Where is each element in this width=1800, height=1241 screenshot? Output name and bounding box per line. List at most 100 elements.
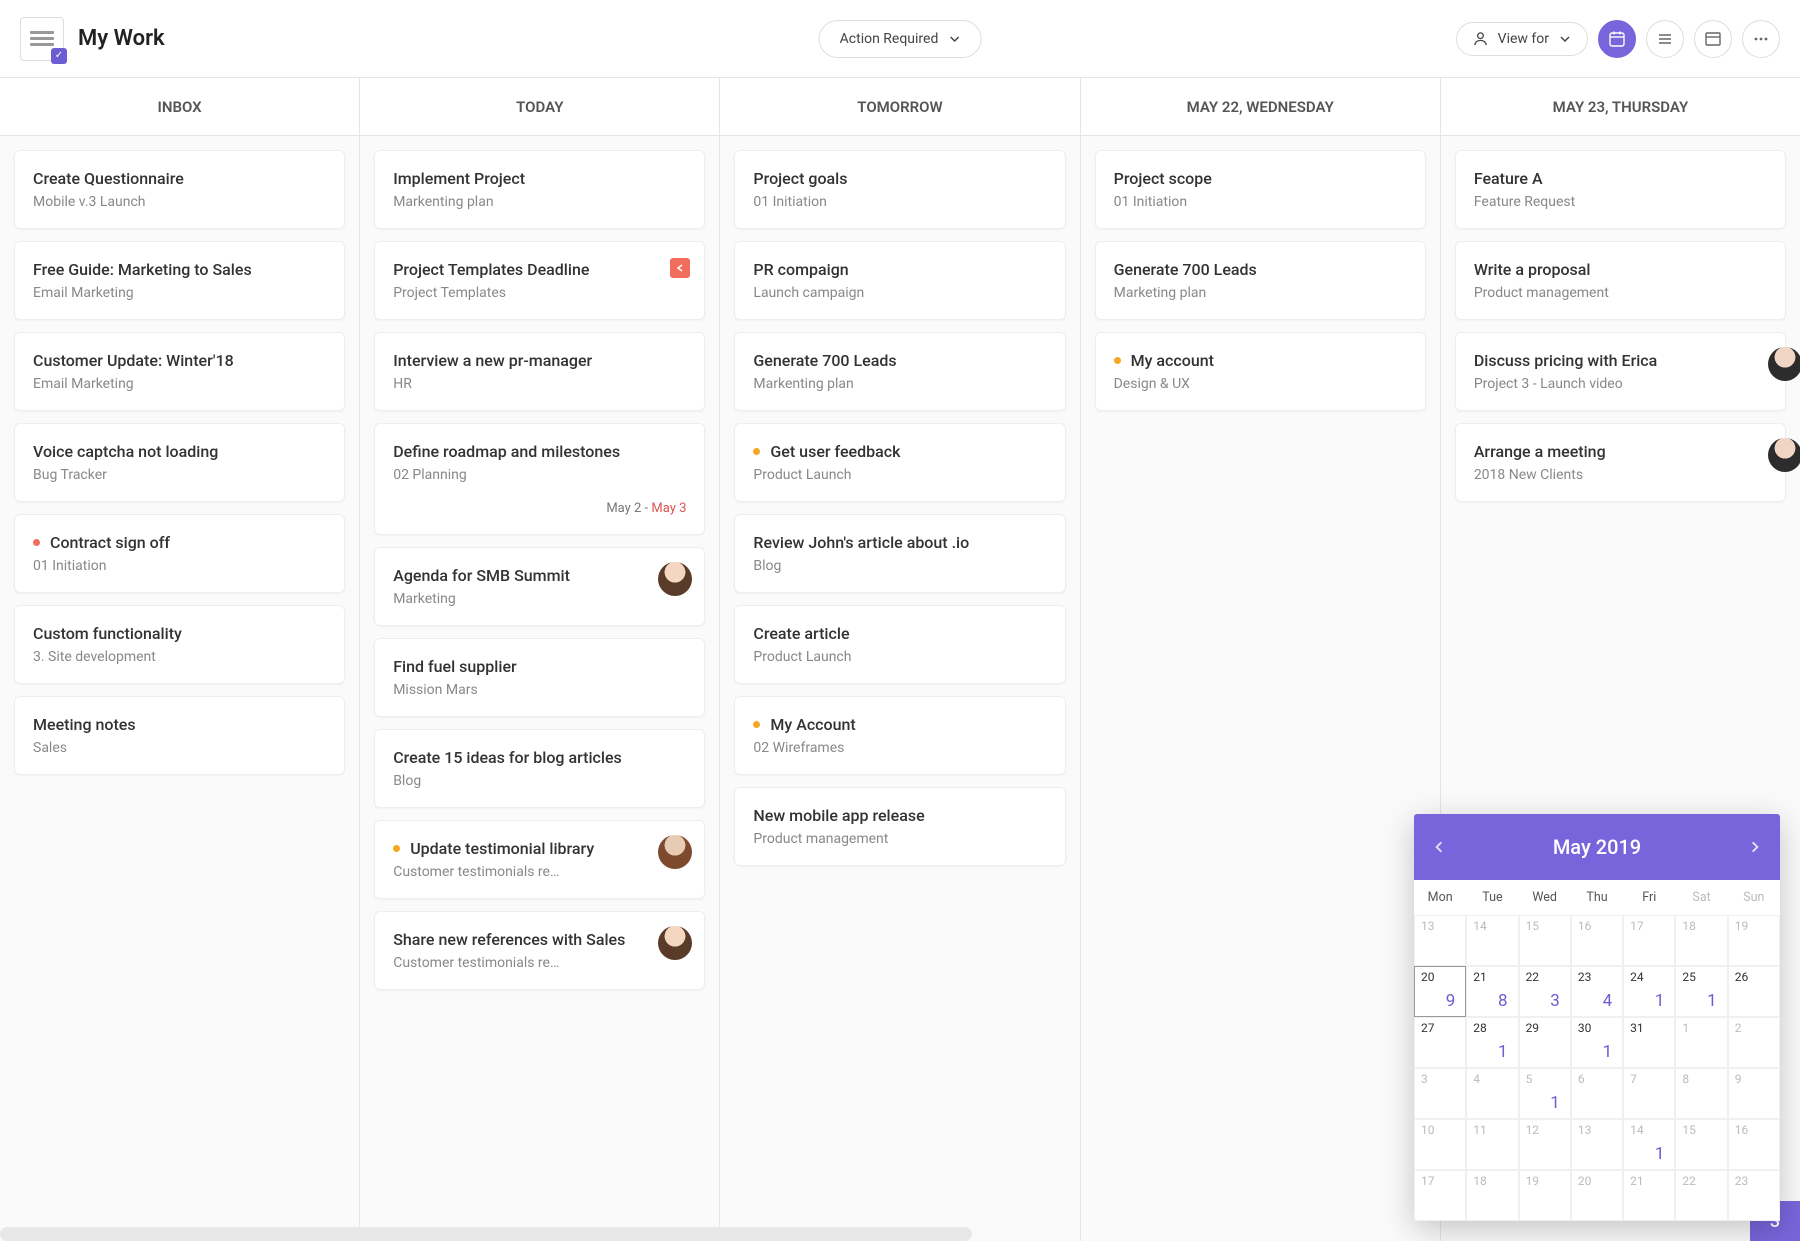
calendar-day-cell[interactable]: 1 bbox=[1675, 1017, 1727, 1068]
calendar-day-number: 21 bbox=[1473, 970, 1487, 984]
task-card[interactable]: Free Guide: Marketing to SalesEmail Mark… bbox=[14, 241, 345, 320]
calendar-day-cell[interactable]: 18 bbox=[1466, 1170, 1518, 1221]
calendar-day-cell[interactable]: 15 bbox=[1519, 915, 1571, 966]
calendar-day-cell[interactable]: 19 bbox=[1728, 915, 1780, 966]
board-view-button[interactable] bbox=[1694, 20, 1732, 58]
task-card[interactable]: Voice captcha not loadingBug Tracker bbox=[14, 423, 345, 502]
task-card[interactable]: Project goals01 Initiation bbox=[734, 150, 1065, 229]
task-card[interactable]: Customer Update: Winter'18Email Marketin… bbox=[14, 332, 345, 411]
calendar-day-cell[interactable]: 301 bbox=[1571, 1017, 1623, 1068]
col-header-inbox[interactable]: INBOX bbox=[0, 78, 360, 135]
assignee-avatar[interactable] bbox=[658, 835, 692, 869]
calendar-day-cell[interactable]: 241 bbox=[1623, 966, 1675, 1017]
task-card[interactable]: Arrange a meeting2018 New Clients bbox=[1455, 423, 1786, 502]
col-header-tomorrow[interactable]: TOMORROW bbox=[720, 78, 1080, 135]
task-card[interactable]: Write a proposalProduct management bbox=[1455, 241, 1786, 320]
calendar-day-cell[interactable]: 13 bbox=[1571, 1119, 1623, 1170]
task-card[interactable]: Feature AFeature Request bbox=[1455, 150, 1786, 229]
task-card[interactable]: Generate 700 LeadsMarketing plan bbox=[1095, 241, 1426, 320]
task-card[interactable]: Review John's article about .ioBlog bbox=[734, 514, 1065, 593]
col-header-may22[interactable]: MAY 22, WEDNESDAY bbox=[1081, 78, 1441, 135]
calendar-day-cell[interactable]: 7 bbox=[1623, 1068, 1675, 1119]
calendar-day-cell[interactable]: 16 bbox=[1728, 1119, 1780, 1170]
assignee-avatar[interactable] bbox=[658, 926, 692, 960]
ellipsis-icon bbox=[1752, 30, 1770, 48]
calendar-view-button[interactable] bbox=[1598, 20, 1636, 58]
calendar-day-cell[interactable]: 17 bbox=[1414, 1170, 1466, 1221]
calendar-day-cell[interactable]: 26 bbox=[1728, 966, 1780, 1017]
calendar-day-cell[interactable]: 8 bbox=[1675, 1068, 1727, 1119]
calendar-day-cell[interactable]: 9 bbox=[1728, 1068, 1780, 1119]
calendar-day-cell[interactable]: 141 bbox=[1623, 1119, 1675, 1170]
calendar-day-cell[interactable]: 12 bbox=[1519, 1119, 1571, 1170]
calendar-day-cell[interactable]: 31 bbox=[1623, 1017, 1675, 1068]
calendar-day-cell[interactable]: 13 bbox=[1414, 915, 1466, 966]
calendar-day-cell[interactable]: 4 bbox=[1466, 1068, 1518, 1119]
task-card[interactable]: Find fuel supplierMission Mars bbox=[374, 638, 705, 717]
calendar-day-cell[interactable]: 15 bbox=[1675, 1119, 1727, 1170]
calendar-day-cell[interactable]: 23 bbox=[1728, 1170, 1780, 1221]
task-card[interactable]: Implement ProjectMarkenting plan bbox=[374, 150, 705, 229]
calendar-day-cell[interactable]: 21 bbox=[1623, 1170, 1675, 1221]
list-view-button[interactable] bbox=[1646, 20, 1684, 58]
action-required-dropdown[interactable]: Action Required bbox=[819, 20, 982, 58]
calendar-day-cell[interactable]: 14 bbox=[1466, 915, 1518, 966]
calendar-day-cell[interactable]: 17 bbox=[1623, 915, 1675, 966]
col-header-today[interactable]: TODAY bbox=[360, 78, 720, 135]
task-card[interactable]: Define roadmap and milestones02 Planning… bbox=[374, 423, 705, 535]
task-card[interactable]: Agenda for SMB SummitMarketing bbox=[374, 547, 705, 626]
task-card[interactable]: Update testimonial libraryCustomer testi… bbox=[374, 820, 705, 899]
calendar-day-cell[interactable]: 251 bbox=[1675, 966, 1727, 1017]
task-card[interactable]: Project Templates DeadlineProject Templa… bbox=[374, 241, 705, 320]
task-card[interactable]: Interview a new pr-managerHR bbox=[374, 332, 705, 411]
calendar-day-cell[interactable]: 3 bbox=[1414, 1068, 1466, 1119]
calendar-day-cell[interactable]: 29 bbox=[1519, 1017, 1571, 1068]
calendar-day-cell[interactable]: 234 bbox=[1571, 966, 1623, 1017]
calendar-day-cell[interactable]: 223 bbox=[1519, 966, 1571, 1017]
task-card[interactable]: Project scope01 Initiation bbox=[1095, 150, 1426, 229]
calendar-day-cell[interactable]: 22 bbox=[1675, 1170, 1727, 1221]
calendar-day-count: 3 bbox=[1550, 991, 1560, 1011]
horizontal-scrollbar[interactable] bbox=[0, 1227, 972, 1241]
task-card[interactable]: Discuss pricing with EricaProject 3 - La… bbox=[1455, 332, 1786, 411]
task-card[interactable]: Create QuestionnaireMobile v.3 Launch bbox=[14, 150, 345, 229]
calendar-next-button[interactable] bbox=[1748, 840, 1762, 854]
card-subtitle: Blog bbox=[393, 773, 686, 789]
card-subtitle: Email Marketing bbox=[33, 285, 326, 301]
card-title-text: Meeting notes bbox=[33, 715, 136, 734]
more-options-button[interactable] bbox=[1742, 20, 1780, 58]
task-card[interactable]: Meeting notesSales bbox=[14, 696, 345, 775]
task-card[interactable]: Contract sign off01 Initiation bbox=[14, 514, 345, 593]
task-card[interactable]: My Account02 Wireframes bbox=[734, 696, 1065, 775]
card-subtitle: 02 Wireframes bbox=[753, 740, 1046, 756]
calendar-day-cell[interactable]: 10 bbox=[1414, 1119, 1466, 1170]
assignee-avatar[interactable] bbox=[1768, 438, 1800, 472]
assignee-avatar[interactable] bbox=[1768, 347, 1800, 381]
calendar-day-cell[interactable]: 16 bbox=[1571, 915, 1623, 966]
task-card[interactable]: PR compaignLaunch campaign bbox=[734, 241, 1065, 320]
calendar-day-cell[interactable]: 218 bbox=[1466, 966, 1518, 1017]
calendar-prev-button[interactable] bbox=[1432, 840, 1446, 854]
task-card[interactable]: New mobile app releaseProduct management bbox=[734, 787, 1065, 866]
task-card[interactable]: Create 15 ideas for blog articlesBlog bbox=[374, 729, 705, 808]
task-card[interactable]: My accountDesign & UX bbox=[1095, 332, 1426, 411]
calendar-day-cell[interactable]: 2 bbox=[1728, 1017, 1780, 1068]
calendar-day-cell[interactable]: 6 bbox=[1571, 1068, 1623, 1119]
col-header-may23[interactable]: MAY 23, THURSDAY bbox=[1441, 78, 1800, 135]
task-card[interactable]: Get user feedbackProduct Launch bbox=[734, 423, 1065, 502]
calendar-day-cell[interactable]: 51 bbox=[1519, 1068, 1571, 1119]
calendar-day-cell[interactable]: 18 bbox=[1675, 915, 1727, 966]
task-card[interactable]: Custom functionality3. Site development bbox=[14, 605, 345, 684]
task-card[interactable]: Create articleProduct Launch bbox=[734, 605, 1065, 684]
calendar-day-cell[interactable]: 27 bbox=[1414, 1017, 1466, 1068]
calendar-day-cell[interactable]: 209 bbox=[1414, 966, 1466, 1017]
assignee-avatar[interactable] bbox=[658, 562, 692, 596]
calendar-day-cell[interactable]: 19 bbox=[1519, 1170, 1571, 1221]
calendar-day-cell[interactable]: 11 bbox=[1466, 1119, 1518, 1170]
task-card[interactable]: Generate 700 LeadsMarkenting plan bbox=[734, 332, 1065, 411]
task-card[interactable]: Share new references with SalesCustomer … bbox=[374, 911, 705, 990]
calendar-day-cell[interactable]: 281 bbox=[1466, 1017, 1518, 1068]
calendar-day-cell[interactable]: 20 bbox=[1571, 1170, 1623, 1221]
view-for-dropdown[interactable]: View for bbox=[1456, 22, 1588, 56]
app-icon[interactable]: ✓ bbox=[20, 17, 64, 61]
